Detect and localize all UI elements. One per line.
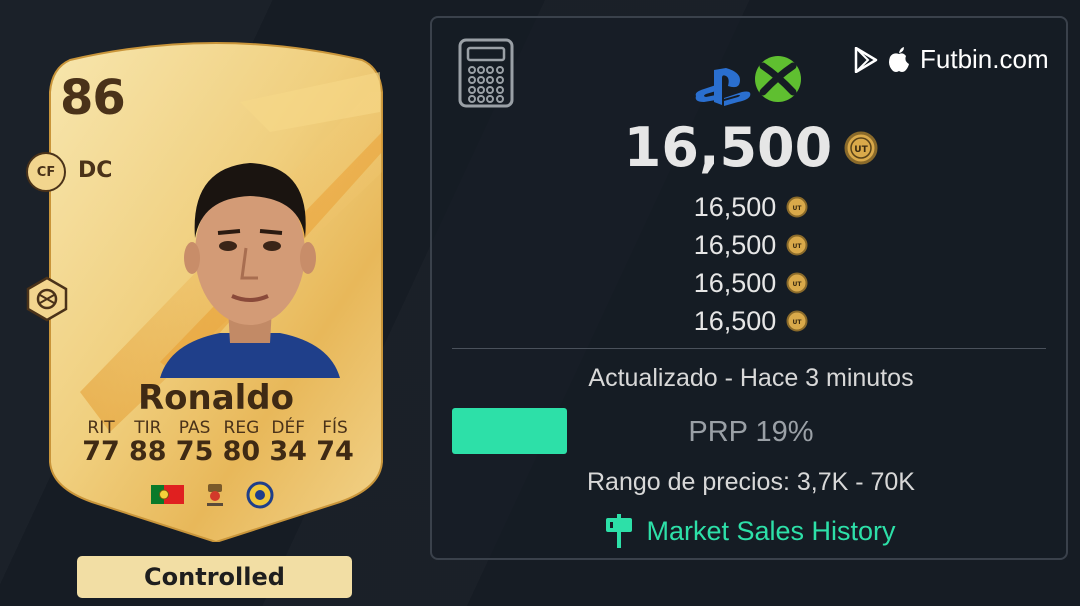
stat-label: REG xyxy=(223,418,260,438)
chemistry-style-icon xyxy=(26,276,68,322)
svg-text:UT: UT xyxy=(854,145,868,155)
main-price-row: 16,500 UT xyxy=(432,116,1070,179)
calculator-icon[interactable] xyxy=(458,38,514,108)
stat-label: FÍS xyxy=(322,418,348,438)
price-range-text: Rango de precios: 3,7K - 70K xyxy=(587,468,915,496)
stat-value: 77 xyxy=(82,436,120,467)
controlled-button[interactable]: Controlled xyxy=(77,556,352,598)
stat-value: 34 xyxy=(269,436,307,467)
stats-row: RIT 77 TIR 88 PAS 75 REG 80 DÉF 34 FÍS 7… xyxy=(78,418,358,466)
price-row: 16,500 UT xyxy=(432,302,1070,340)
coin-icon: UT xyxy=(786,196,808,218)
divider xyxy=(452,348,1046,349)
main-price: 16,500 xyxy=(623,116,833,179)
stat-shooting: TIR 88 xyxy=(125,418,171,466)
stat-pace: RIT 77 xyxy=(78,418,124,466)
stat-value: 88 xyxy=(129,436,167,467)
coin-icon: UT xyxy=(786,310,808,332)
google-play-icon[interactable] xyxy=(854,46,878,73)
apple-icon[interactable] xyxy=(888,46,910,73)
price-value: 16,500 xyxy=(693,229,777,260)
player-rating: 86 xyxy=(60,70,126,126)
last-updated-text: Actualizado - Hace 3 minutos xyxy=(588,364,914,392)
store-links: Futbin.com xyxy=(854,44,1049,75)
svg-text:UT: UT xyxy=(793,319,803,326)
coin-icon: UT xyxy=(844,131,878,164)
xbox-icon[interactable] xyxy=(753,54,803,104)
svg-text:UT: UT xyxy=(793,205,803,212)
player-position: DC xyxy=(78,158,113,183)
stat-label: PAS xyxy=(178,418,211,438)
league-logo-icon xyxy=(207,484,223,506)
stat-value: 80 xyxy=(222,436,261,467)
stat-dribbling: REG 80 xyxy=(218,418,264,466)
player-name: Ronaldo xyxy=(137,378,295,418)
portugal-flag-icon xyxy=(151,485,184,504)
signpost-icon xyxy=(606,514,633,548)
stat-defending: DÉF 34 xyxy=(265,418,311,466)
stat-label: TIR xyxy=(134,418,162,438)
coin-icon: UT xyxy=(786,234,808,256)
playstation-icon[interactable] xyxy=(694,68,752,108)
platform-price-list: 16,500 UT 16,500 UT 16,500 UT 16,500 UT xyxy=(432,188,1070,340)
price-panel: Futbin.com 16,500 UT 16,500 UT 16,500 UT… xyxy=(430,16,1068,560)
stat-label: RIT xyxy=(87,418,115,438)
market-sales-history-link[interactable]: Market Sales History xyxy=(432,514,1070,548)
price-row: 16,500 UT xyxy=(432,188,1070,226)
stat-physical: FÍS 74 xyxy=(312,418,358,466)
stat-value: 74 xyxy=(316,436,354,467)
svg-text:UT: UT xyxy=(793,243,803,250)
player-photo xyxy=(160,163,340,378)
site-name[interactable]: Futbin.com xyxy=(920,44,1049,75)
price-row: 16,500 UT xyxy=(432,264,1070,302)
alt-position-badge: CF xyxy=(26,152,66,192)
stat-label: DÉF xyxy=(271,418,305,438)
price-value: 16,500 xyxy=(693,191,777,222)
prp-value: PRP 19% xyxy=(688,416,814,448)
stat-value: 75 xyxy=(175,436,214,467)
club-crest-icon xyxy=(246,481,274,509)
svg-text:UT: UT xyxy=(793,281,803,288)
price-value: 16,500 xyxy=(693,267,777,298)
price-row: 16,500 UT xyxy=(432,226,1070,264)
stat-passing: PAS 75 xyxy=(172,418,218,466)
coin-icon: UT xyxy=(786,272,808,294)
price-value: 16,500 xyxy=(693,305,777,336)
market-sales-history-label[interactable]: Market Sales History xyxy=(646,516,895,547)
